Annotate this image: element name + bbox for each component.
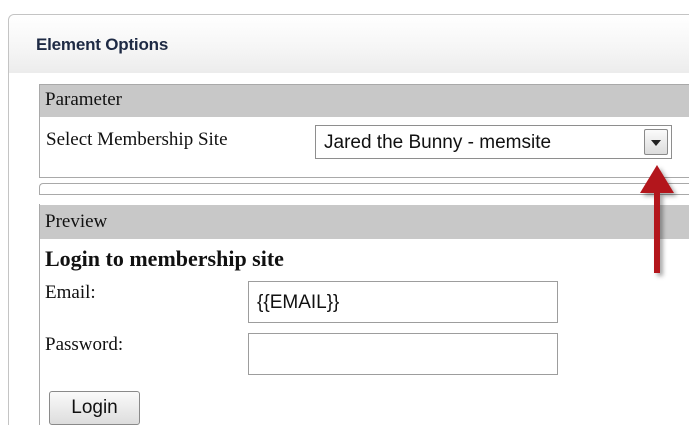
membership-site-select[interactable]: Jared the Bunny - memsite bbox=[315, 125, 672, 159]
password-field[interactable] bbox=[248, 333, 558, 375]
membership-site-select-value: Jared the Bunny - memsite bbox=[324, 132, 552, 153]
parameter-header: Parameter bbox=[40, 85, 689, 117]
panel-header: Element Options bbox=[9, 15, 689, 73]
login-button[interactable]: Login bbox=[49, 391, 140, 425]
select-membership-site-label: Select Membership Site bbox=[46, 129, 228, 150]
email-field[interactable]: {{EMAIL}} bbox=[248, 281, 558, 323]
section-divider bbox=[39, 183, 689, 195]
panel-title: Element Options bbox=[36, 35, 169, 54]
login-heading: Login to membership site bbox=[45, 246, 284, 271]
arrow-up-icon bbox=[640, 165, 674, 273]
chevron-down-icon[interactable] bbox=[644, 129, 668, 155]
element-options-page: Element Options Parameter Select Members… bbox=[0, 0, 689, 425]
preview-header: Preview bbox=[40, 205, 689, 239]
password-label: Password: bbox=[45, 334, 124, 355]
email-label: Email: bbox=[45, 282, 96, 303]
